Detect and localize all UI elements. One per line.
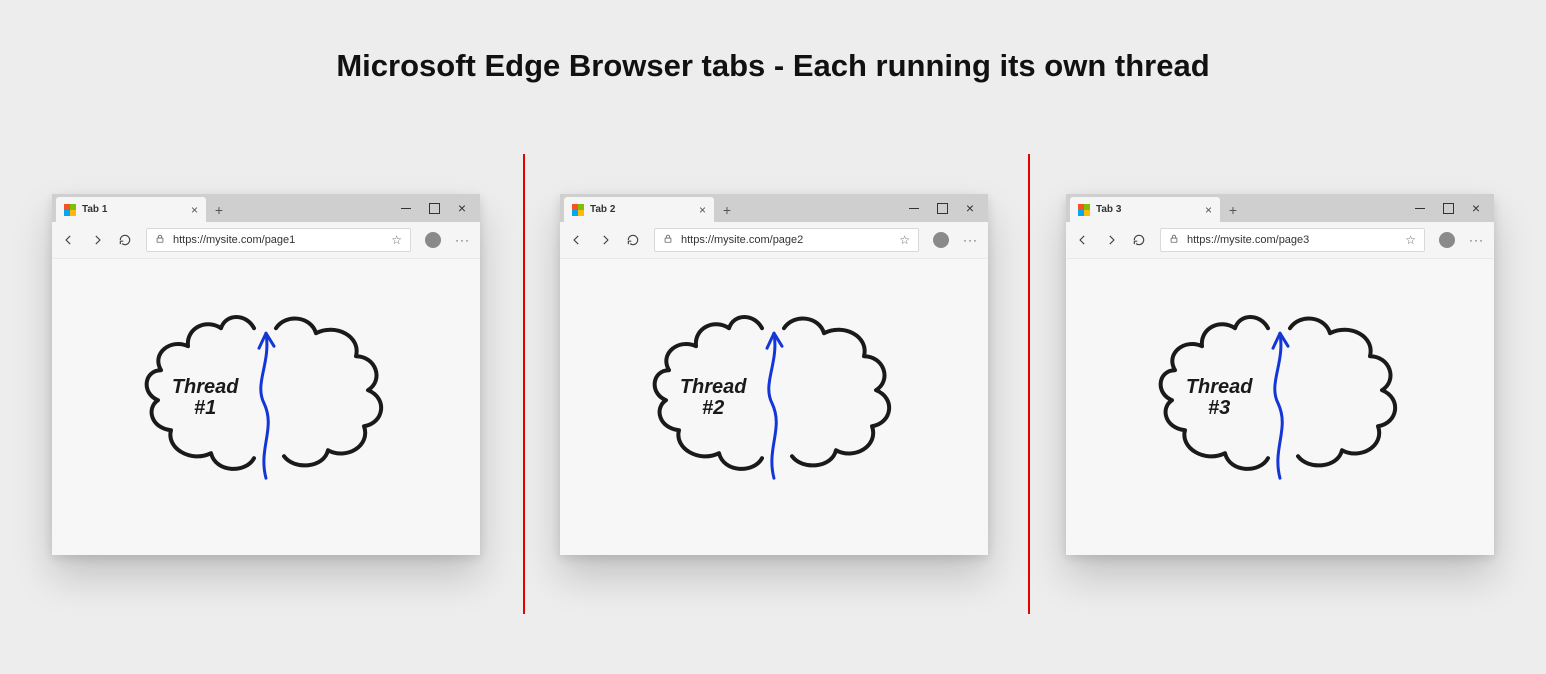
tab-title: Tab 3 <box>1096 204 1121 215</box>
refresh-icon[interactable] <box>118 233 132 247</box>
browser-tab[interactable]: Tab 2 × <box>564 197 714 222</box>
favorite-icon[interactable]: ☆ <box>899 233 910 247</box>
address-bar: https://mysite.com/page1 ☆ ··· <box>52 222 480 259</box>
profile-avatar-icon[interactable] <box>1439 232 1455 248</box>
browser-window: Tab 1 × + × https://mysite.com/page1 ☆ ·… <box>52 194 480 554</box>
forward-icon[interactable] <box>90 233 104 247</box>
tab-title: Tab 1 <box>82 204 107 215</box>
more-menu-icon[interactable]: ··· <box>1469 233 1484 247</box>
refresh-icon[interactable] <box>1132 233 1146 247</box>
browser-window: Tab 3 × + × https://mysite.com/page3 ☆ ·… <box>1066 194 1494 554</box>
browser-window: Tab 2 × + × https://mysite.com/page2 ☆ ·… <box>560 194 988 554</box>
new-tab-button[interactable]: + <box>206 197 232 222</box>
thread-label: Thread#1 <box>172 377 239 419</box>
browser-tab[interactable]: Tab 1 × <box>56 197 206 222</box>
new-tab-button[interactable]: + <box>1220 197 1246 222</box>
back-icon[interactable] <box>1076 233 1090 247</box>
url-text: https://mysite.com/page3 <box>1187 234 1397 246</box>
address-bar: https://mysite.com/page3 ☆ ··· <box>1066 222 1494 259</box>
window-titlebar: Tab 3 × + × <box>1066 194 1494 222</box>
page-content: Thread#2 <box>560 259 988 555</box>
diagram-title: Microsoft Edge Browser tabs - Each runni… <box>0 0 1546 84</box>
back-icon[interactable] <box>570 233 584 247</box>
vertical-divider <box>1028 154 1030 614</box>
ms-logo-icon <box>64 204 76 216</box>
refresh-icon[interactable] <box>626 233 640 247</box>
more-menu-icon[interactable]: ··· <box>455 233 470 247</box>
url-input[interactable]: https://mysite.com/page1 ☆ <box>146 228 411 252</box>
maximize-icon[interactable] <box>1443 203 1454 214</box>
ms-logo-icon <box>1078 204 1090 216</box>
profile-avatar-icon[interactable] <box>933 232 949 248</box>
favorite-icon[interactable]: ☆ <box>1405 233 1416 247</box>
tab-close-icon[interactable]: × <box>1205 203 1212 217</box>
lock-icon <box>1169 233 1179 247</box>
close-icon[interactable]: × <box>1472 203 1480 213</box>
page-content: Thread#3 <box>1066 259 1494 555</box>
url-text: https://mysite.com/page1 <box>173 234 383 246</box>
browser-tab[interactable]: Tab 3 × <box>1070 197 1220 222</box>
lock-icon <box>155 233 165 247</box>
minimize-icon[interactable] <box>401 208 411 209</box>
url-text: https://mysite.com/page2 <box>681 234 891 246</box>
new-tab-button[interactable]: + <box>714 197 740 222</box>
more-menu-icon[interactable]: ··· <box>963 233 978 247</box>
minimize-icon[interactable] <box>909 208 919 209</box>
back-icon[interactable] <box>62 233 76 247</box>
diagram-stage: Tab 1 × + × https://mysite.com/page1 ☆ ·… <box>0 164 1546 644</box>
minimize-icon[interactable] <box>1415 208 1425 209</box>
url-input[interactable]: https://mysite.com/page2 ☆ <box>654 228 919 252</box>
close-icon[interactable]: × <box>458 203 466 213</box>
thread-label: Thread#2 <box>680 377 747 419</box>
window-titlebar: Tab 1 × + × <box>52 194 480 222</box>
url-input[interactable]: https://mysite.com/page3 ☆ <box>1160 228 1425 252</box>
tab-close-icon[interactable]: × <box>699 203 706 217</box>
page-content: Thread#1 <box>52 259 480 555</box>
forward-icon[interactable] <box>598 233 612 247</box>
forward-icon[interactable] <box>1104 233 1118 247</box>
ms-logo-icon <box>572 204 584 216</box>
maximize-icon[interactable] <box>937 203 948 214</box>
address-bar: https://mysite.com/page2 ☆ ··· <box>560 222 988 259</box>
maximize-icon[interactable] <box>429 203 440 214</box>
window-titlebar: Tab 2 × + × <box>560 194 988 222</box>
vertical-divider <box>523 154 525 614</box>
favorite-icon[interactable]: ☆ <box>391 233 402 247</box>
tab-title: Tab 2 <box>590 204 615 215</box>
thread-label: Thread#3 <box>1186 377 1253 419</box>
close-icon[interactable]: × <box>966 203 974 213</box>
lock-icon <box>663 233 673 247</box>
profile-avatar-icon[interactable] <box>425 232 441 248</box>
tab-close-icon[interactable]: × <box>191 203 198 217</box>
